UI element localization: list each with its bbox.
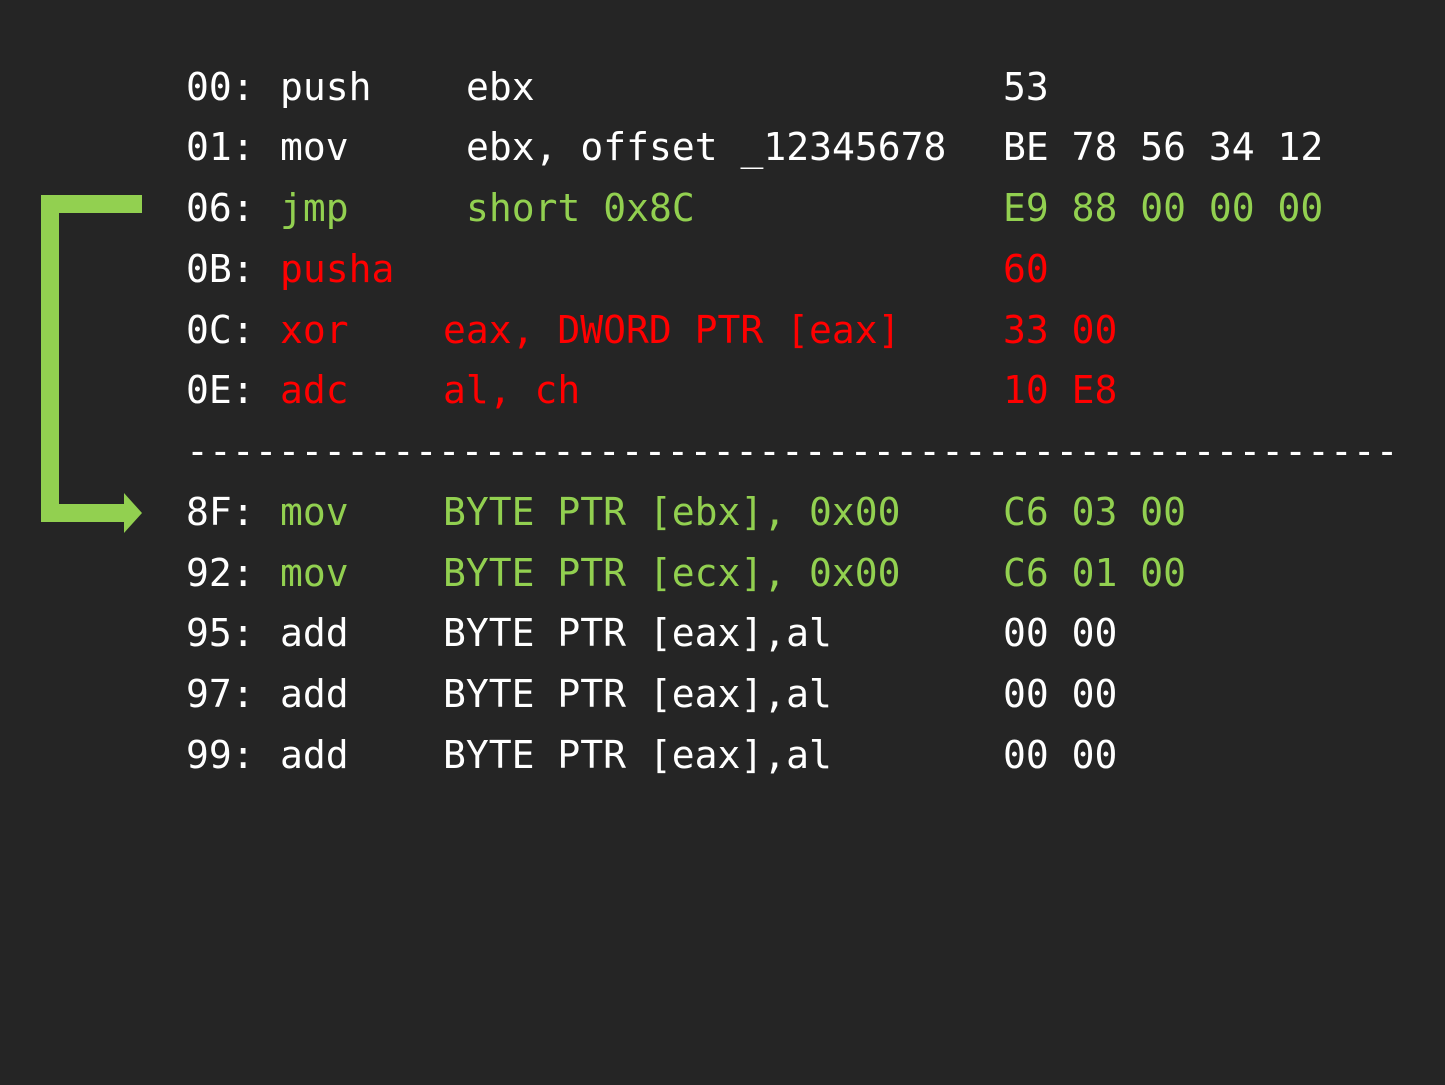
code-line-0b: 0B: pusha 60 — [0, 239, 1445, 299]
line-bytes: C6 03 00 — [1003, 490, 1187, 534]
line-address: 0E: — [186, 368, 255, 412]
line-bytes: C6 01 00 — [1003, 551, 1187, 595]
line-address: 97: — [186, 672, 255, 716]
line-bytes: 10 E8 — [1003, 368, 1118, 412]
line-address: 00: — [186, 65, 255, 109]
line-address: 01: — [186, 125, 255, 169]
line-operands: ebx — [466, 65, 535, 109]
line-address: 92: — [186, 551, 255, 595]
line-mnemonic: jmp — [280, 186, 349, 230]
line-bytes: 60 — [1003, 247, 1049, 291]
line-bytes: 33 00 — [1003, 308, 1118, 352]
line-operands: BYTE PTR [eax],al — [443, 733, 832, 777]
code-line-95: 95: add BYTE PTR [eax],al 00 00 — [0, 603, 1445, 663]
line-mnemonic: add — [280, 611, 349, 655]
line-mnemonic: mov — [280, 490, 349, 534]
code-line-0e: 0E: adc al, ch 10 E8 — [0, 360, 1445, 420]
line-operands: ebx, offset _12345678 — [466, 125, 947, 169]
code-line-92: 92: mov BYTE PTR [ecx], 0x00 C6 01 00 — [0, 543, 1445, 603]
line-bytes: 00 00 — [1003, 733, 1118, 777]
line-operands: al, ch — [443, 368, 581, 412]
line-bytes: BE 78 56 34 12 — [1003, 125, 1324, 169]
line-address: 95: — [186, 611, 255, 655]
line-bytes: E9 88 00 00 00 — [1003, 186, 1324, 230]
code-line-00: 00: push ebx 53 — [0, 57, 1445, 117]
line-mnemonic: add — [280, 672, 349, 716]
line-mnemonic: add — [280, 733, 349, 777]
code-line-0c: 0C: xor eax, DWORD PTR [eax] 33 00 — [0, 300, 1445, 360]
line-address: 0B: — [186, 247, 255, 291]
line-address: 99: — [186, 733, 255, 777]
code-line-99: 99: add BYTE PTR [eax],al 00 00 — [0, 725, 1445, 785]
line-mnemonic: mov — [280, 125, 349, 169]
line-address: 06: — [186, 186, 255, 230]
line-bytes: 53 — [1003, 65, 1049, 109]
line-mnemonic: push — [280, 65, 372, 109]
code-line-8f: 8F: mov BYTE PTR [ebx], 0x00 C6 03 00 — [0, 482, 1445, 542]
line-address: 8F: — [186, 490, 255, 534]
line-operands: short 0x8C — [466, 186, 695, 230]
line-bytes: 00 00 — [1003, 672, 1118, 716]
section-separator: ----------------------------------------… — [186, 429, 1401, 473]
line-operands: eax, DWORD PTR [eax] — [443, 308, 901, 352]
line-mnemonic: mov — [280, 551, 349, 595]
line-bytes: 00 00 — [1003, 611, 1118, 655]
code-line-06: 06: jmp short 0x8C E9 88 00 00 00 — [0, 178, 1445, 238]
line-operands: BYTE PTR [ecx], 0x00 — [443, 551, 901, 595]
line-address: 0C: — [186, 308, 255, 352]
line-mnemonic: pusha — [280, 247, 395, 291]
line-mnemonic: adc — [280, 368, 349, 412]
code-line-97: 97: add BYTE PTR [eax],al 00 00 — [0, 664, 1445, 724]
line-operands: BYTE PTR [eax],al — [443, 611, 832, 655]
disassembly-diagram: 00: push ebx 53 01: mov ebx, offset _123… — [0, 0, 1445, 811]
line-mnemonic: xor — [280, 308, 349, 352]
code-line-01: 01: mov ebx, offset _12345678 BE 78 56 3… — [0, 117, 1445, 177]
line-operands: BYTE PTR [eax],al — [443, 672, 832, 716]
line-operands: BYTE PTR [ebx], 0x00 — [443, 490, 901, 534]
